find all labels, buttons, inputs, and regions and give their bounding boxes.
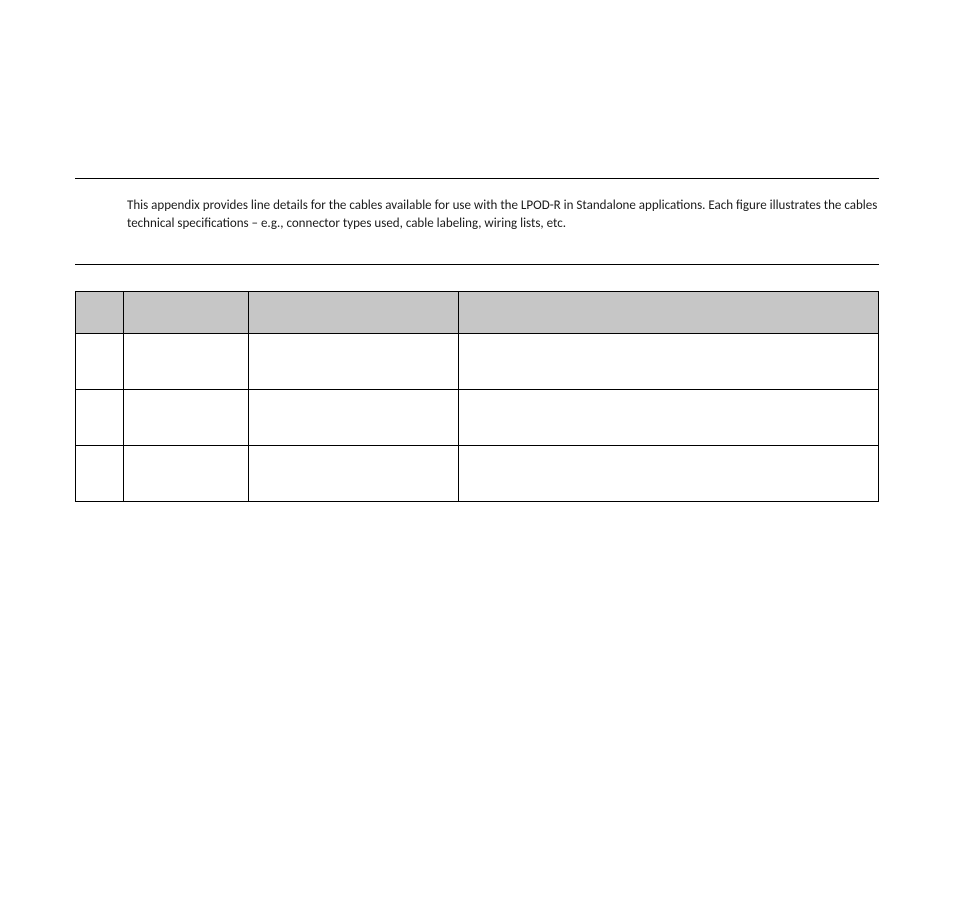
cell-part: [124, 334, 249, 390]
cell-desc: [459, 390, 879, 446]
cell-ref: [249, 390, 459, 446]
document-page: This appendix provides line details for …: [0, 178, 954, 502]
table-header-part: [124, 292, 249, 334]
cell-fig: [76, 446, 124, 502]
cable-table-wrapper: [75, 291, 879, 502]
cell-fig: [76, 334, 124, 390]
cell-ref: [249, 334, 459, 390]
horizontal-rule-mid: [75, 264, 879, 265]
table-row: [76, 390, 879, 446]
cell-desc: [459, 446, 879, 502]
cell-part: [124, 390, 249, 446]
appendix-intro-paragraph: This appendix provides line details for …: [75, 179, 879, 232]
cell-part: [124, 446, 249, 502]
table-header-desc: [459, 292, 879, 334]
cable-details-table: [75, 291, 879, 502]
table-row: [76, 446, 879, 502]
table-header-row: [76, 292, 879, 334]
table-header-fig: [76, 292, 124, 334]
table-header-ref: [249, 292, 459, 334]
cell-fig: [76, 390, 124, 446]
table-row: [76, 334, 879, 390]
cell-desc: [459, 334, 879, 390]
cell-ref: [249, 446, 459, 502]
